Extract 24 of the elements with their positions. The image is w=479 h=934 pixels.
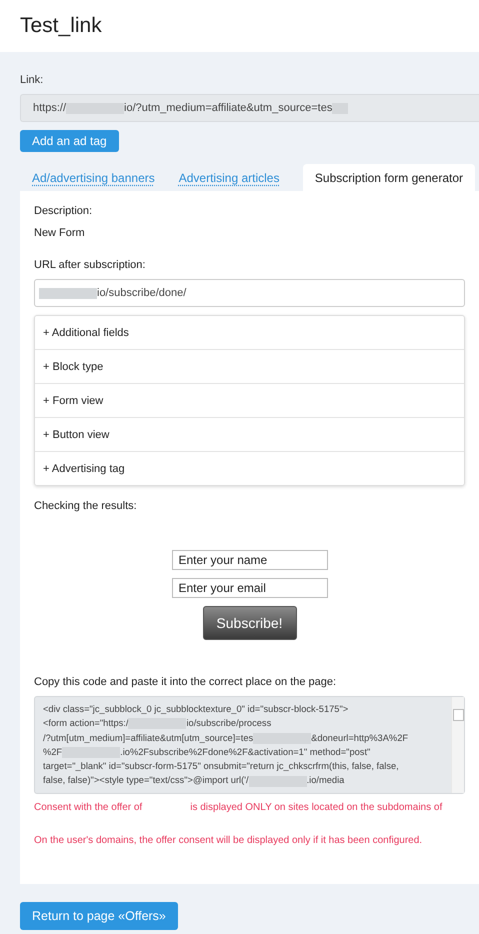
results-label: Checking the results: bbox=[34, 500, 138, 512]
page-title: Test_link bbox=[20, 14, 102, 38]
notice-text: is displayed ONLY on sites located on the subdomains of bbox=[190, 802, 442, 813]
scrollbar-thumb[interactable] bbox=[453, 709, 464, 721]
accordion-item[interactable]: + Block type bbox=[35, 349, 464, 383]
redacted-block bbox=[39, 288, 97, 298]
accordion-item[interactable]: + Button view bbox=[35, 417, 464, 451]
url-field[interactable]: io/subscribe/done/ bbox=[34, 279, 465, 307]
name-input[interactable]: Enter your name bbox=[172, 550, 328, 570]
code-textarea[interactable]: <div class="jc_subblock_0 jc_subblocktexture_0" id="subscr-block-5175"> <form action="https:/ io/subscribe/process /?utm[utm_medium]=affiliate&utm[utm_source]=tes &doneurl=http%3A%2F %2F .io%2Fsubscribe%2Fdone%2F&activation=1" method="post" target="_blank" id="subscr-form-5175" onsubmit="return jc_chkscrfrm(this, false, false, false, false)"><style type="text/css">@import url('/ .io/media bbox=[34, 696, 465, 794]
link-label: Link: bbox=[20, 74, 44, 86]
description-text: New Form bbox=[34, 227, 86, 239]
notice-text: Consent with the offer of bbox=[34, 802, 142, 813]
code-label: Copy this code and paste it into the correct place on the page: bbox=[34, 676, 338, 688]
description-label: Description: bbox=[34, 205, 94, 217]
email-input[interactable]: Enter your email bbox=[172, 578, 328, 598]
accordion-item[interactable]: + Form view bbox=[35, 383, 464, 417]
notice-text: On the user's domains, the offer consent will be displayed only if it has been configured. bbox=[34, 834, 422, 846]
accordion-item[interactable]: + Additional fields bbox=[35, 316, 464, 349]
url-label: URL after subscription: bbox=[34, 259, 146, 271]
tab[interactable]: Subscription form generator bbox=[302, 164, 475, 191]
subscribe-button[interactable]: Subscribe! bbox=[202, 606, 296, 640]
accordion-item[interactable]: + Advertising tag bbox=[35, 451, 464, 485]
link-field[interactable]: https:// io/?utm_medium=affiliate&utm_source=tes bbox=[20, 94, 479, 122]
